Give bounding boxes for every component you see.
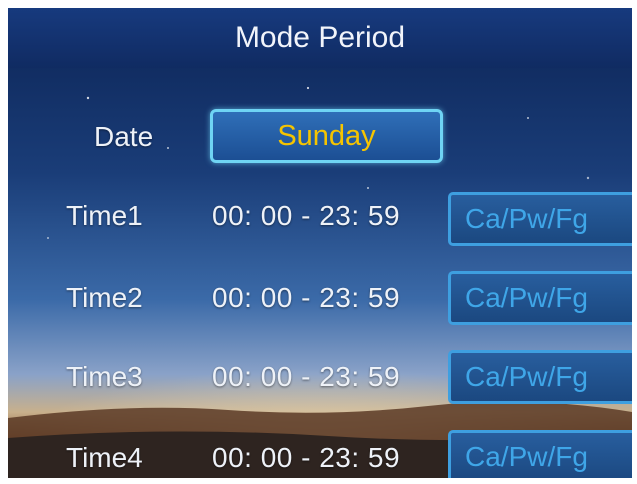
time2-mode-label: Ca/Pw/Fg bbox=[465, 282, 588, 313]
time4-range[interactable]: 00: 00 - 23: 59 bbox=[212, 442, 400, 474]
title-bar: Mode Period bbox=[8, 8, 632, 68]
time3-label: Time3 bbox=[66, 361, 143, 392]
time1-mode-label: Ca/Pw/Fg bbox=[465, 203, 588, 234]
time2-range[interactable]: 00: 00 - 23: 59 bbox=[212, 282, 400, 314]
date-selector[interactable]: Sunday bbox=[210, 109, 443, 163]
time3-mode-button[interactable]: Ca/Pw/Fg bbox=[448, 350, 632, 404]
date-value: Sunday bbox=[277, 119, 376, 152]
time4-mode-button[interactable]: Ca/Pw/Fg bbox=[448, 430, 632, 478]
date-label: Date bbox=[94, 121, 154, 152]
device-screen: Mode Period Date Sunday Time1 00: 00 - 2… bbox=[8, 8, 632, 478]
time1-mode-button[interactable]: Ca/Pw/Fg bbox=[448, 192, 632, 246]
time2-mode-button[interactable]: Ca/Pw/Fg bbox=[448, 271, 632, 325]
time4-label: Time4 bbox=[66, 442, 143, 473]
time3-range[interactable]: 00: 00 - 23: 59 bbox=[212, 361, 400, 393]
page-title: Mode Period bbox=[234, 21, 406, 54]
time1-label: Time1 bbox=[66, 200, 143, 231]
time3-mode-label: Ca/Pw/Fg bbox=[465, 361, 588, 392]
time4-mode-label: Ca/Pw/Fg bbox=[465, 441, 588, 472]
time1-range[interactable]: 00: 00 - 23: 59 bbox=[212, 200, 400, 232]
time2-label: Time2 bbox=[66, 282, 143, 313]
